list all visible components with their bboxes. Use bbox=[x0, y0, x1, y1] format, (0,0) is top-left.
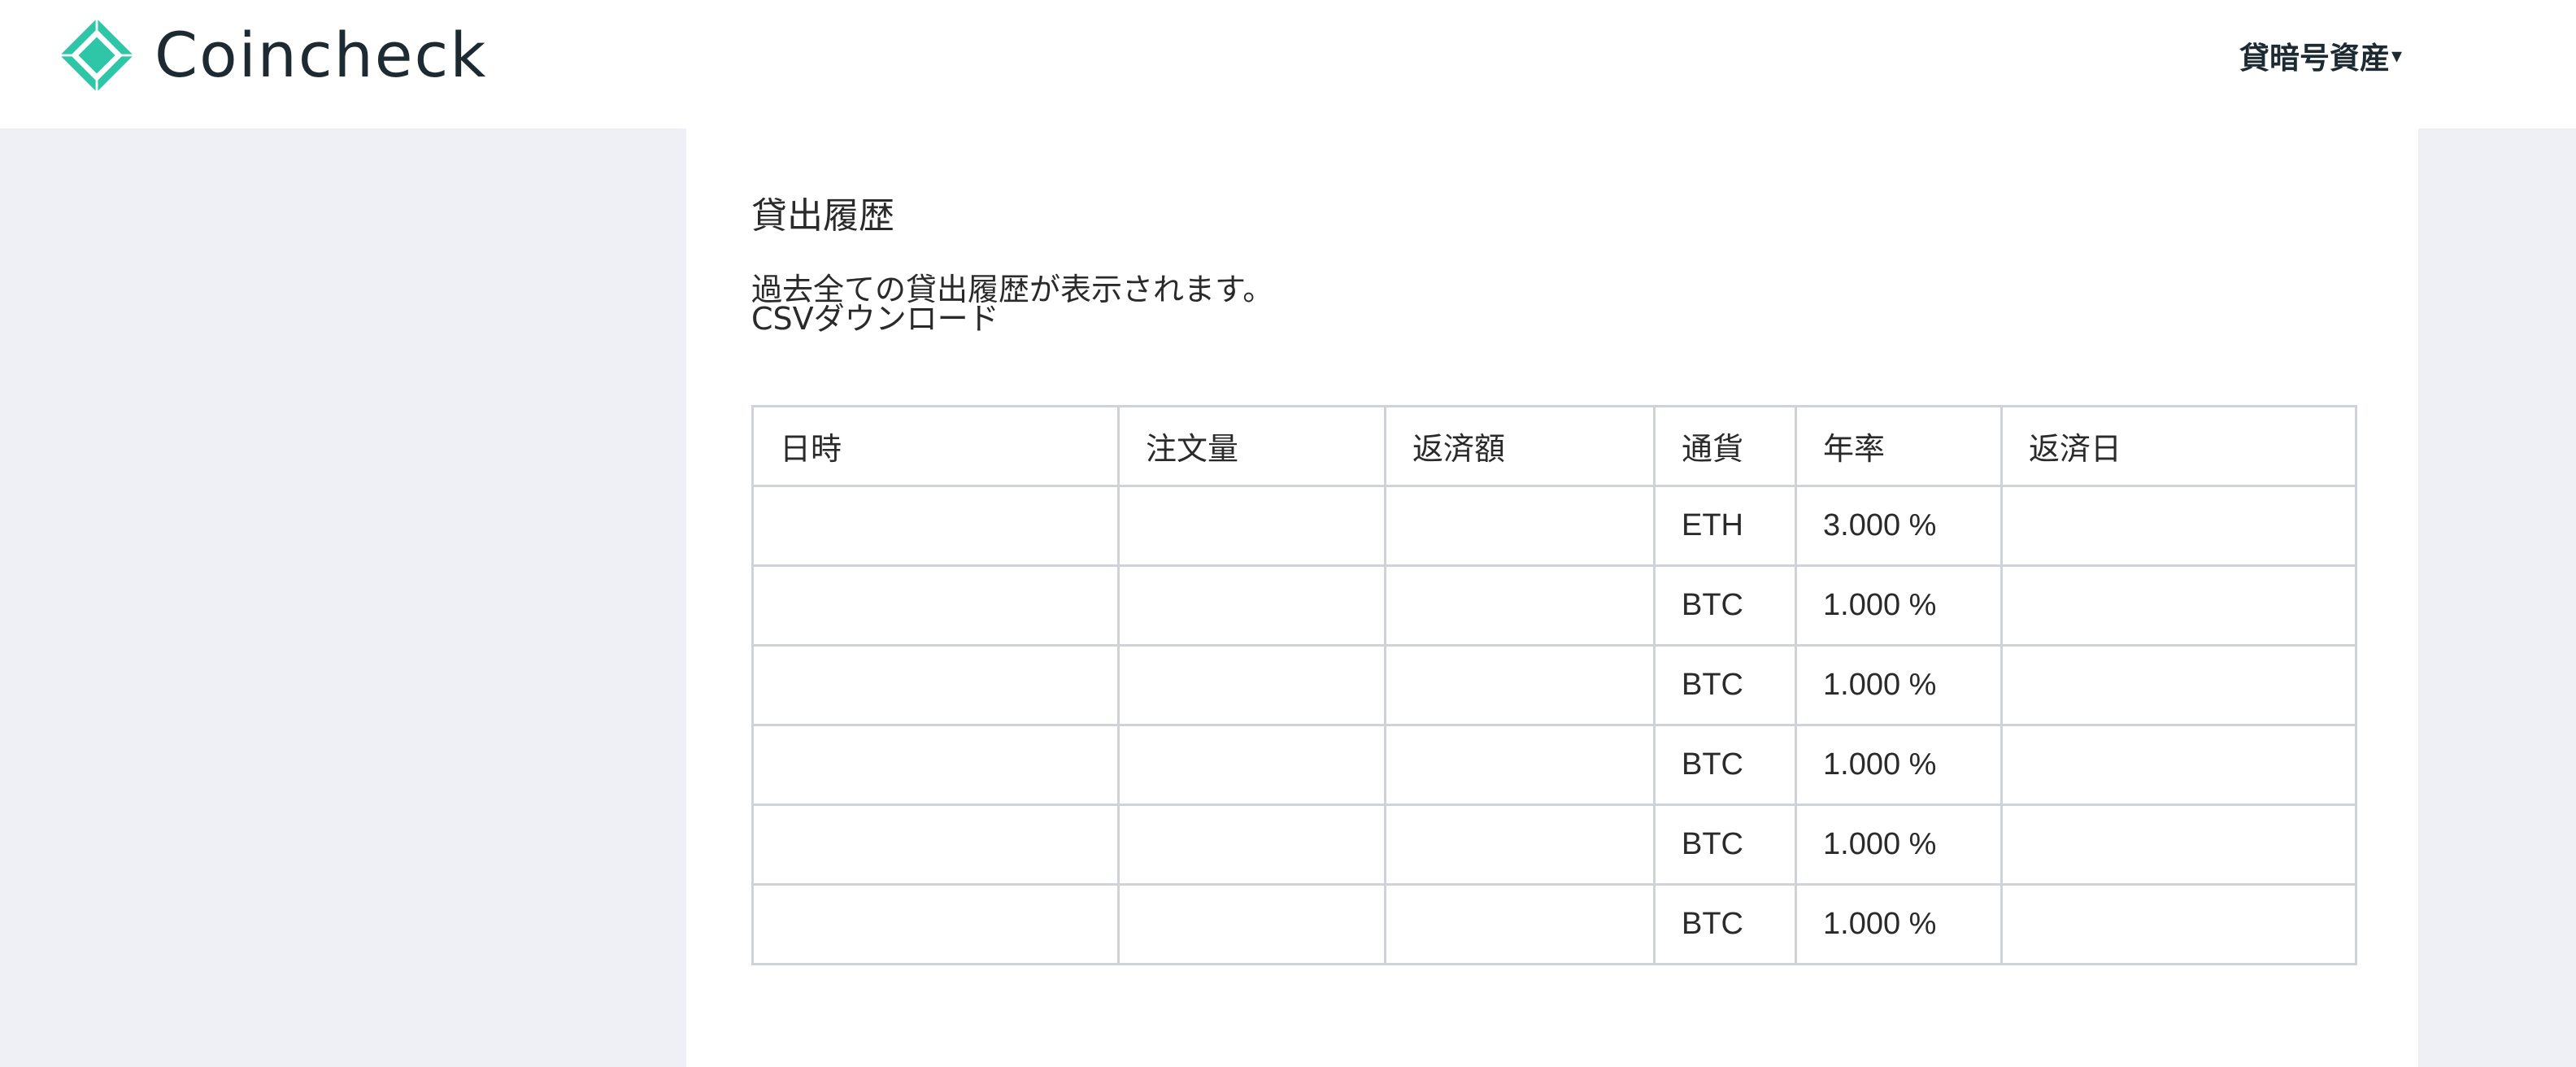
cell-rate: 1.000 % bbox=[1795, 644, 2003, 726]
cell-date bbox=[751, 564, 1120, 647]
cell-repay-date bbox=[2000, 883, 2357, 965]
cell-quantity bbox=[1117, 644, 1386, 726]
table-row: BTC 1.000 % bbox=[751, 564, 2357, 647]
cell-rate: 1.000 % bbox=[1795, 804, 2003, 886]
cell-currency: BTC bbox=[1653, 804, 1797, 886]
column-header-currency: 通貨 bbox=[1653, 405, 1797, 487]
lending-assets-dropdown[interactable]: 貸暗号資産 ▾ bbox=[2239, 31, 2402, 80]
cell-repay-date bbox=[2000, 485, 2357, 567]
page-title: 貸出履歴 bbox=[751, 195, 894, 237]
cell-date bbox=[751, 644, 1120, 726]
cell-currency: BTC bbox=[1653, 564, 1797, 647]
cell-repay-date bbox=[2000, 724, 2357, 806]
cell-repay-date bbox=[2000, 804, 2357, 886]
cell-date bbox=[751, 724, 1120, 806]
coincheck-logo[interactable]: Coincheck bbox=[59, 16, 487, 94]
cell-currency: ETH bbox=[1653, 485, 1797, 567]
cell-rate: 1.000 % bbox=[1795, 883, 2003, 965]
cell-quantity bbox=[1117, 724, 1386, 806]
cell-rate: 1.000 % bbox=[1795, 724, 2003, 806]
cell-rate: 1.000 % bbox=[1795, 564, 2003, 647]
column-header-quantity: 注文量 bbox=[1117, 405, 1386, 487]
table-row: ETH 3.000 % bbox=[751, 485, 2357, 567]
cell-repay-date bbox=[2000, 644, 2357, 726]
cell-repayment bbox=[1384, 564, 1656, 647]
cell-quantity bbox=[1117, 564, 1386, 647]
cell-currency: BTC bbox=[1653, 883, 1797, 965]
logo-text: Coincheck bbox=[154, 19, 488, 91]
table-header-row: 日時 注文量 返済額 通貨 年率 返済日 bbox=[751, 405, 2357, 487]
coincheck-diamond-logo-icon bbox=[59, 18, 134, 93]
column-header-date: 日時 bbox=[751, 405, 1120, 487]
column-header-repay-date: 返済日 bbox=[2000, 405, 2357, 487]
cell-quantity bbox=[1117, 804, 1386, 886]
cell-currency: BTC bbox=[1653, 644, 1797, 726]
cell-repayment bbox=[1384, 883, 1656, 965]
top-header: Coincheck 貸暗号資産 ▾ bbox=[0, 0, 2576, 128]
table-row: BTC 1.000 % bbox=[751, 644, 2357, 726]
cell-repayment bbox=[1384, 485, 1656, 567]
csv-download-link[interactable]: CSVダウンロード bbox=[751, 302, 999, 337]
cell-repay-date bbox=[2000, 564, 2357, 647]
cell-repayment bbox=[1384, 724, 1656, 806]
cell-quantity bbox=[1117, 883, 1386, 965]
cell-date bbox=[751, 485, 1120, 567]
table-row: BTC 1.000 % bbox=[751, 804, 2357, 886]
cell-quantity bbox=[1117, 485, 1386, 567]
cell-currency: BTC bbox=[1653, 724, 1797, 806]
content-panel: 貸出履歴 過去全ての貸出履歴が表示されます。 CSVダウンロード 日時 注文量 … bbox=[686, 128, 2418, 1067]
lending-assets-label: 貸暗号資産 bbox=[2239, 41, 2390, 75]
column-header-repayment: 返済額 bbox=[1384, 405, 1656, 487]
cell-date bbox=[751, 804, 1120, 886]
cell-rate: 3.000 % bbox=[1795, 485, 2003, 567]
table-row: BTC 1.000 % bbox=[751, 883, 2357, 965]
table-row: BTC 1.000 % bbox=[751, 724, 2357, 806]
cell-repayment bbox=[1384, 804, 1656, 886]
lending-history-table: 日時 注文量 返済額 通貨 年率 返済日 ETH 3.000 % BTC 1.0… bbox=[751, 405, 2357, 965]
cell-date bbox=[751, 883, 1120, 965]
column-header-rate: 年率 bbox=[1795, 405, 2003, 487]
caret-down-icon: ▾ bbox=[2391, 43, 2403, 68]
cell-repayment bbox=[1384, 644, 1656, 726]
